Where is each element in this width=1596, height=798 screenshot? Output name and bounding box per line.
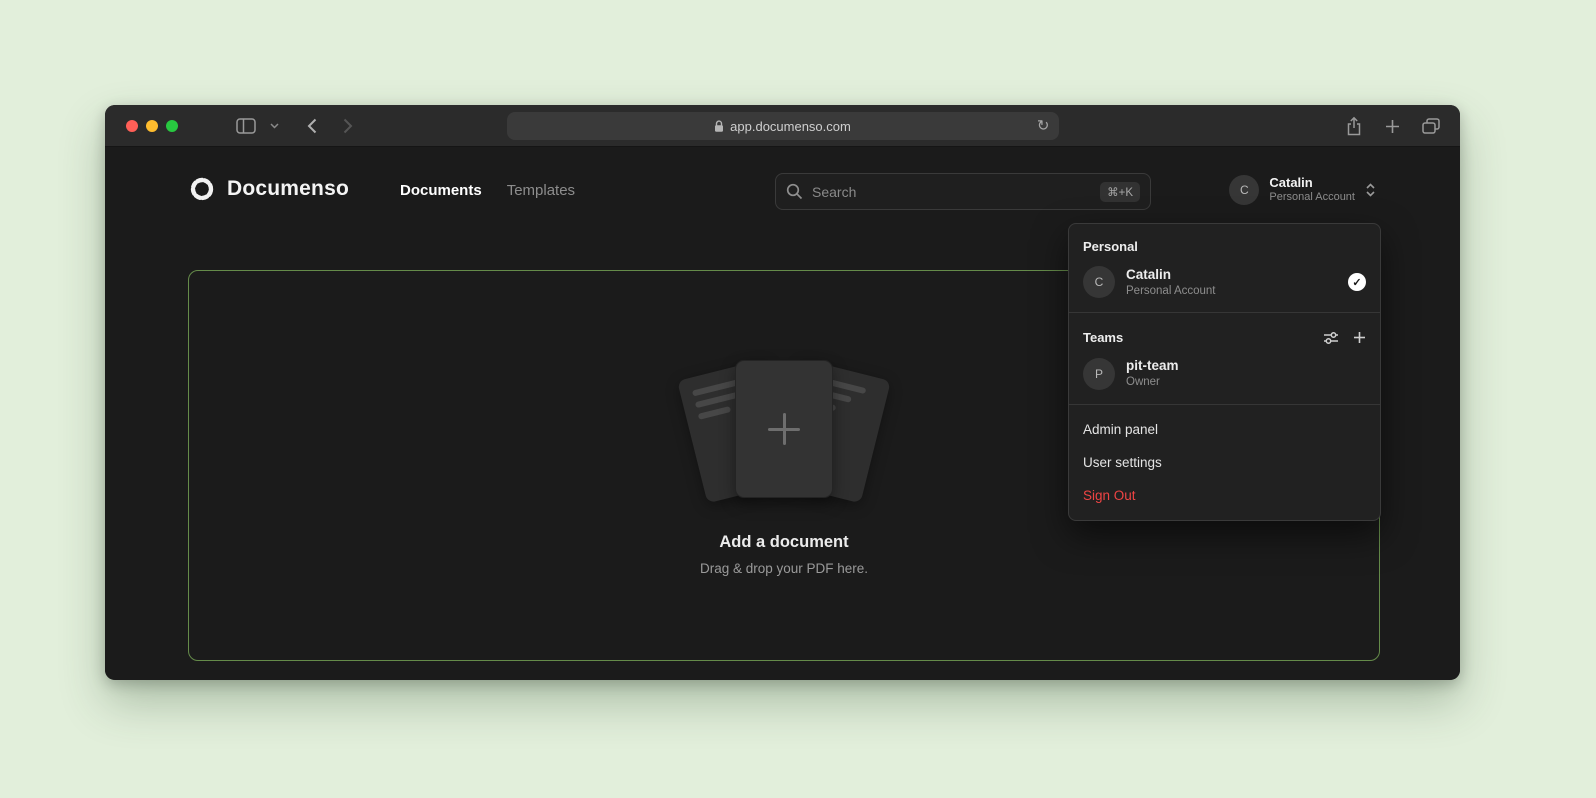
team-name: pit-team [1126, 357, 1179, 375]
menu-divider [1069, 404, 1380, 405]
url-text: app.documenso.com [730, 119, 851, 134]
search-input[interactable] [812, 184, 1091, 200]
sidebar-toggle-icon[interactable] [236, 118, 256, 134]
nav-templates[interactable]: Templates [507, 182, 575, 199]
browser-window: app.documenso.com ↻ [105, 105, 1460, 680]
menu-item-user-settings[interactable]: User settings [1069, 446, 1380, 479]
team-item[interactable]: P pit-team Owner [1069, 351, 1380, 395]
close-window-button[interactable] [126, 120, 138, 132]
account-name: Catalin [1269, 175, 1355, 191]
search-icon [786, 183, 803, 200]
dropzone-title: Add a document [719, 533, 848, 552]
add-team-icon[interactable] [1353, 331, 1366, 344]
avatar: C [1229, 175, 1259, 205]
account-type: Personal Account [1269, 191, 1355, 205]
nav-documents[interactable]: Documents [400, 182, 482, 199]
forward-button[interactable] [343, 118, 353, 134]
new-tab-icon[interactable] [1385, 119, 1400, 134]
selector-chevrons-icon [1365, 182, 1376, 198]
brand-name: Documenso [227, 177, 349, 201]
browser-toolbar-right [1345, 105, 1440, 147]
refresh-icon[interactable]: ↻ [1037, 119, 1050, 134]
back-button[interactable] [307, 118, 317, 134]
team-role: Owner [1126, 375, 1179, 390]
desktop-background: app.documenso.com ↻ [0, 0, 1596, 798]
account-dropdown-menu: Personal C Catalin Personal Account ✓ Te… [1068, 223, 1381, 521]
menu-item-admin-panel[interactable]: Admin panel [1069, 413, 1380, 446]
selected-check-icon: ✓ [1348, 273, 1366, 291]
dropzone-subtitle: Drag & drop your PDF here. [700, 561, 868, 576]
avatar: C [1083, 266, 1115, 298]
browser-titlebar: app.documenso.com ↻ [105, 105, 1460, 147]
documents-illustration [674, 355, 894, 507]
personal-section-heading: Personal [1069, 230, 1380, 260]
app-content: Documenso Documents Templates ⌘+K [105, 147, 1460, 679]
personal-account-type: Personal Account [1126, 284, 1216, 299]
account-menu-trigger[interactable]: C Catalin Personal Account [1229, 175, 1376, 205]
avatar: P [1083, 358, 1115, 390]
menu-item-sign-out[interactable]: Sign Out [1069, 479, 1380, 512]
lock-icon [714, 120, 724, 133]
illustration-card-center [736, 361, 832, 497]
primary-nav: Documents Templates [400, 182, 575, 199]
share-icon[interactable] [1345, 116, 1363, 136]
chevron-down-icon[interactable] [270, 123, 279, 129]
team-settings-icon[interactable] [1323, 331, 1339, 345]
brand[interactable]: Documenso [188, 175, 349, 203]
menu-divider [1069, 312, 1380, 313]
zoom-window-button[interactable] [166, 120, 178, 132]
tab-overview-icon[interactable] [1422, 118, 1440, 134]
minimize-window-button[interactable] [146, 120, 158, 132]
address-bar[interactable]: app.documenso.com ↻ [507, 112, 1059, 140]
traffic-lights [126, 120, 178, 132]
search-box[interactable]: ⌘+K [775, 173, 1151, 210]
personal-account-name: Catalin [1126, 266, 1216, 284]
personal-account-item[interactable]: C Catalin Personal Account ✓ [1069, 260, 1380, 304]
teams-section-heading: Teams [1069, 321, 1380, 351]
documenso-logo-icon [188, 175, 216, 203]
plus-icon [768, 413, 800, 445]
search-shortcut-badge: ⌘+K [1100, 182, 1140, 202]
browser-nav-controls [236, 118, 353, 134]
